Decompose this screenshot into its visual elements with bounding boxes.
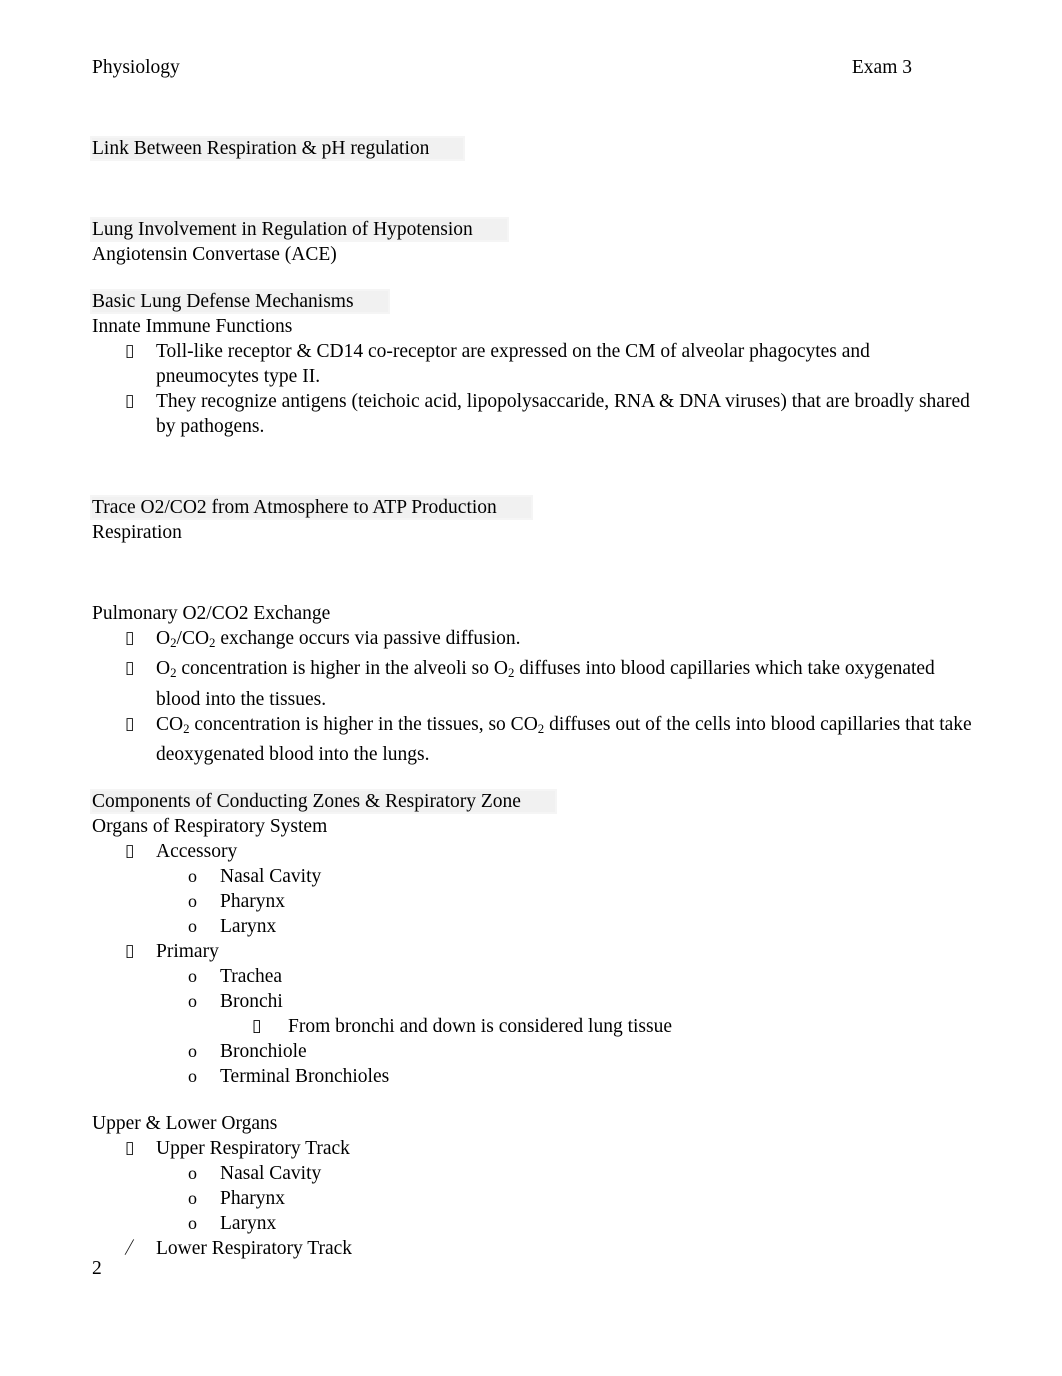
list-item: o Nasal Cavity xyxy=(92,1161,972,1186)
header-course-title: Physiology xyxy=(92,57,180,78)
list-item-upper-track: ▯ Upper Respiratory Track xyxy=(92,1136,972,1161)
list-item: o Larynx xyxy=(92,914,972,939)
list-item: o Trachea xyxy=(92,964,972,989)
subheading-organs-respiratory-system: Organs of Respiratory System xyxy=(92,815,328,837)
list-item-text: Larynx xyxy=(220,915,277,937)
list-item: ▯ They recognize antigens (teichoic acid… xyxy=(92,389,972,439)
list-item-text: Primary xyxy=(156,940,219,962)
page-number: 2 xyxy=(92,1258,102,1279)
circle-bullet-icon: o xyxy=(188,1187,197,1208)
primary-note-list: ▯ From bronchi and down is considered lu… xyxy=(92,1014,972,1039)
circle-bullet-icon: o xyxy=(188,990,197,1011)
organs-primary-list: ▯ Primary xyxy=(92,939,972,964)
list-item: o Nasal Cavity xyxy=(92,864,972,889)
list-item-text: O2/CO2 exchange occurs via passive diffu… xyxy=(156,628,521,651)
section-heading-pulmonary-exchange: Pulmonary O2/CO2 Exchange xyxy=(92,603,331,625)
list-item-text: From bronchi and down is considered lung… xyxy=(288,1015,672,1037)
square-bullet-icon: ▯ xyxy=(252,1015,262,1036)
square-bullet-icon: ▯ xyxy=(125,840,135,861)
list-item-text: Upper Respiratory Track xyxy=(156,1137,350,1159)
square-bullet-icon: ▯ xyxy=(125,658,135,679)
subheading-innate-immune: Innate Immune Functions xyxy=(92,316,293,338)
square-bullet-icon: ▯ xyxy=(125,341,135,362)
list-item-text: O2 concentration is higher in the alveol… xyxy=(156,658,935,710)
primary-sublist-a: o Trachea o Bronchi xyxy=(92,964,972,1014)
document-page: Physiology Exam 3 Link Between Respirati… xyxy=(0,0,1062,1376)
list-item: ▯ From bronchi and down is considered lu… xyxy=(92,1014,972,1039)
list-item: o Pharynx xyxy=(92,1186,972,1211)
section-heading-conducting-zones: Components of Conducting Zones & Respira… xyxy=(92,789,972,814)
circle-bullet-icon: o xyxy=(188,915,197,936)
list-item: o Bronchiole xyxy=(92,1039,972,1064)
square-bullet-icon: ▯ xyxy=(125,391,135,412)
circle-bullet-icon: o xyxy=(188,890,197,911)
list-item-text: Pharynx xyxy=(220,1187,285,1209)
list-item-text: Toll-like receptor & CD14 co-receptor ar… xyxy=(156,341,870,388)
circle-bullet-icon: o xyxy=(188,865,197,886)
circle-bullet-icon: o xyxy=(188,965,197,986)
circle-bullet-icon: o xyxy=(188,1040,197,1061)
upper-respiratory-sublist: o Nasal Cavity o Pharynx o Larynx xyxy=(92,1161,972,1236)
list-item-text: Accessory xyxy=(156,840,238,862)
list-item: ▯ Toll-like receptor & CD14 co-receptor … xyxy=(92,339,972,389)
list-item: o Larynx xyxy=(92,1211,972,1236)
subheading-respiration: Respiration xyxy=(92,522,182,544)
innate-immune-bullet-list: ▯ Toll-like receptor & CD14 co-receptor … xyxy=(92,339,972,439)
primary-sublist-b: o Bronchiole o Terminal Bronchioles xyxy=(92,1039,972,1089)
square-bullet-icon: ▯ xyxy=(125,628,135,649)
section-heading-trace-o2co2: Trace O2/CO2 from Atmosphere to ATP Prod… xyxy=(92,495,972,520)
list-item-text: Larynx xyxy=(220,1212,277,1234)
list-item-text: Terminal Bronchioles xyxy=(220,1065,390,1087)
list-item-text: Nasal Cavity xyxy=(220,1162,322,1184)
organs-list: ▯ Accessory xyxy=(92,839,972,864)
list-item-text: Pharynx xyxy=(220,890,285,912)
section-heading-hypotension: Lung Involvement in Regulation of Hypote… xyxy=(92,217,972,242)
section-heading-ph-regulation: Link Between Respiration & pH regulation xyxy=(92,136,972,161)
list-item: ▯ O2 concentration is higher in the alve… xyxy=(92,656,972,711)
list-item-primary: ▯ Primary xyxy=(92,939,972,964)
list-item-text: Lower Respiratory Track xyxy=(156,1237,353,1259)
pulmonary-exchange-bullet-list: ▯ O2/CO2 exchange occurs via passive dif… xyxy=(92,626,972,766)
list-item-text: They recognize antigens (teichoic acid, … xyxy=(156,391,970,438)
slash-bullet-icon: ⧸ xyxy=(125,1237,131,1258)
list-item: o Bronchi xyxy=(92,989,972,1014)
upper-respiratory-list: ▯ Upper Respiratory Track xyxy=(92,1136,972,1161)
section-heading-lung-defense: Basic Lung Defense Mechanisms xyxy=(92,289,972,314)
list-item: ▯ CO2 concentration is higher in the tis… xyxy=(92,712,972,767)
list-item-text: CO2 concentration is higher in the tissu… xyxy=(156,713,972,765)
subheading-ace: Angiotensin Convertase (ACE) xyxy=(92,244,337,266)
circle-bullet-icon: o xyxy=(188,1162,197,1183)
list-item-text: Nasal Cavity xyxy=(220,865,322,887)
list-item-accessory: ▯ Accessory xyxy=(92,839,972,864)
list-item: o Pharynx xyxy=(92,889,972,914)
list-item-text: Bronchiole xyxy=(220,1040,307,1062)
list-item-lower-track: ⧸ Lower Respiratory Track xyxy=(92,1236,972,1261)
square-bullet-icon: ▯ xyxy=(125,713,135,734)
square-bullet-icon: ▯ xyxy=(125,940,135,961)
header-exam-title: Exam 3 xyxy=(851,57,912,78)
list-item-text: Bronchi xyxy=(220,990,283,1012)
circle-bullet-icon: o xyxy=(188,1212,197,1233)
document-content: Physiology Exam 3 Link Between Respirati… xyxy=(92,56,972,1261)
circle-bullet-icon: o xyxy=(188,1065,197,1086)
list-item-text: Trachea xyxy=(220,965,283,987)
square-bullet-icon: ▯ xyxy=(125,1137,135,1158)
list-item: o Terminal Bronchioles xyxy=(92,1064,972,1089)
accessory-sublist: o Nasal Cavity o Pharynx o Larynx xyxy=(92,864,972,939)
lower-respiratory-list: ⧸ Lower Respiratory Track xyxy=(92,1236,972,1261)
page-header: Physiology Exam 3 xyxy=(92,56,972,80)
list-item: ▯ O2/CO2 exchange occurs via passive dif… xyxy=(92,626,972,656)
section-heading-upper-lower-organs: Upper & Lower Organs xyxy=(92,1112,278,1134)
